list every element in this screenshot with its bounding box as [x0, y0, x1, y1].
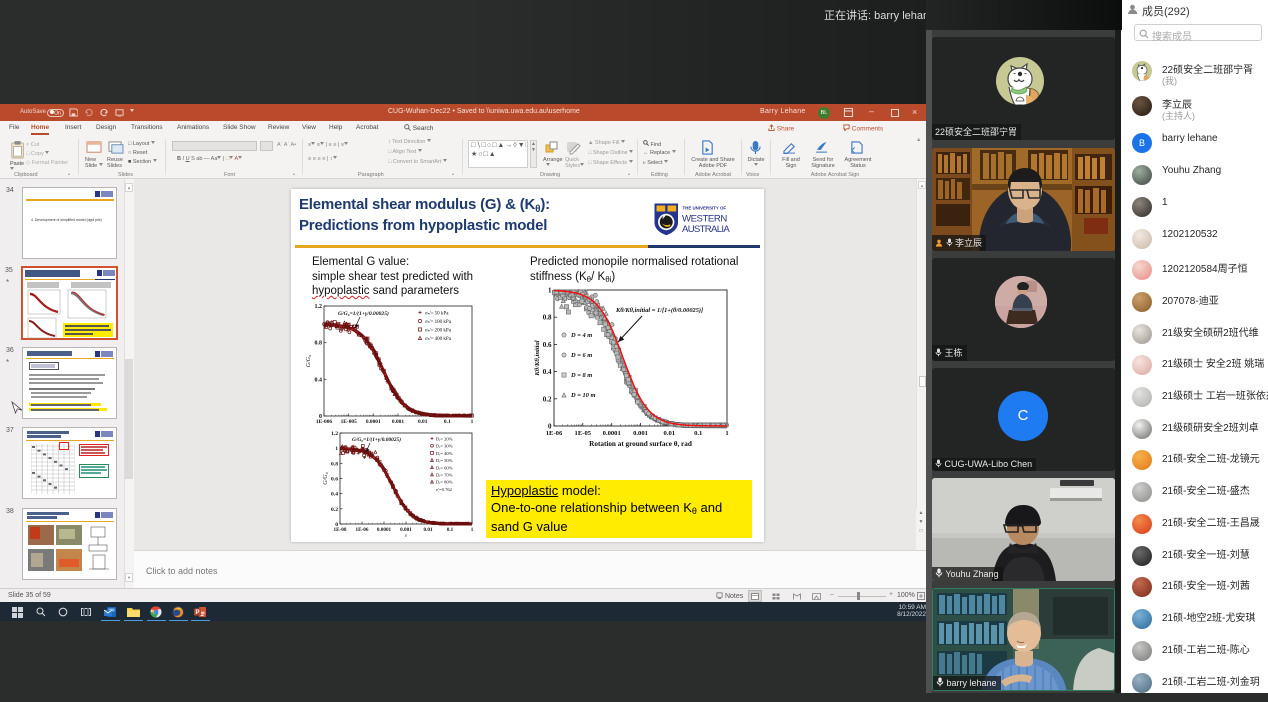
svg-text:D = 10 m: D = 10 m — [570, 392, 595, 399]
svg-text:Dᵣ= 70%: Dᵣ= 70% — [436, 473, 453, 478]
svg-text:G/G₀=1/(1+γ/0.00025): G/G₀=1/(1+γ/0.00025) — [338, 310, 389, 317]
svg-text:0.8: 0.8 — [543, 314, 552, 322]
svg-text:1E-05: 1E-05 — [575, 430, 592, 437]
svg-text:Kθ/Kθ,initial = 1/[1+(θ/0.0002: Kθ/Kθ,initial = 1/[1+(θ/0.00025)] — [615, 307, 703, 314]
svg-text:e′=0.762: e′=0.762 — [436, 487, 453, 492]
svg-text:Dᵣ= 60%: Dᵣ= 60% — [436, 465, 453, 470]
svg-text:1: 1 — [471, 527, 474, 533]
svg-text:σₙ'= 400 kPa: σₙ'= 400 kPa — [425, 337, 452, 342]
svg-text:Dᵣ= 50%: Dᵣ= 50% — [436, 458, 453, 463]
svg-text:G/G₀=1/(1+γ/0.00025): G/G₀=1/(1+γ/0.00025) — [352, 436, 401, 443]
svg-text:0.1: 0.1 — [447, 527, 454, 533]
svg-text:G/G₀: G/G₀ — [306, 355, 312, 367]
svg-text:0.01: 0.01 — [664, 430, 676, 437]
svg-text:1: 1 — [548, 287, 552, 295]
svg-text:AUSTRALIA: AUSTRALIA — [682, 224, 730, 235]
svg-text:1: 1 — [335, 446, 338, 452]
svg-text:0.01: 0.01 — [423, 527, 432, 533]
svg-text:Dᵣ= 30%: Dᵣ= 30% — [436, 444, 453, 449]
svg-text:0.001: 0.001 — [633, 430, 648, 437]
svg-text:D = 8 m: D = 8 m — [570, 372, 592, 379]
svg-text:0.4: 0.4 — [331, 492, 338, 498]
svg-text:1E-08: 1E-08 — [334, 527, 347, 533]
svg-text:1: 1 — [725, 430, 728, 437]
svg-text:Kθ/Kθ,initial: Kθ/Kθ,initial — [534, 340, 541, 376]
svg-text:0.1: 0.1 — [694, 430, 702, 437]
svg-text:0.6: 0.6 — [331, 477, 338, 483]
svg-text:D = 4 m: D = 4 m — [570, 332, 592, 339]
svg-text:0.8: 0.8 — [331, 461, 338, 467]
svg-text:0.8: 0.8 — [315, 341, 323, 347]
svg-text:0.0001: 0.0001 — [603, 430, 621, 437]
svg-text:0.4: 0.4 — [543, 368, 552, 376]
svg-text:1E-06: 1E-06 — [546, 430, 563, 437]
svg-text:P: P — [196, 610, 200, 616]
svg-text:σₙ'= 100 kPa: σₙ'= 100 kPa — [425, 320, 452, 325]
svg-text:0.0001: 0.0001 — [377, 527, 392, 533]
svg-text:0.2: 0.2 — [331, 507, 338, 513]
svg-text:G/G₀: G/G₀ — [323, 472, 329, 484]
svg-text:Dᵣ= 80%: Dᵣ= 80% — [436, 480, 453, 485]
svg-text:1E-06: 1E-06 — [356, 527, 369, 533]
svg-text:0.001: 0.001 — [400, 527, 412, 533]
svg-text:WESTERN: WESTERN — [682, 214, 727, 225]
svg-text:0.6: 0.6 — [543, 341, 552, 349]
svg-text:σₙ'= 200 kPa: σₙ'= 200 kPa — [425, 329, 452, 334]
svg-text:0.2: 0.2 — [543, 395, 552, 403]
svg-text:1.2: 1.2 — [315, 304, 323, 310]
svg-text:THE UNIVERSITY OF: THE UNIVERSITY OF — [683, 206, 727, 211]
svg-text:Dᵣ= 20%: Dᵣ= 20% — [436, 437, 453, 442]
svg-text:Rotation at ground surface θ,: Rotation at ground surface θ, rad — [589, 440, 692, 448]
svg-text:σₙ'= 50 kPa: σₙ'= 50 kPa — [425, 312, 449, 317]
svg-text:0.4: 0.4 — [315, 377, 323, 383]
svg-text:1.2: 1.2 — [331, 431, 338, 437]
svg-text:D = 6 m: D = 6 m — [570, 352, 592, 359]
svg-text:γ: γ — [405, 534, 408, 537]
svg-text:Dᵣ= 40%: Dᵣ= 40% — [436, 451, 453, 456]
